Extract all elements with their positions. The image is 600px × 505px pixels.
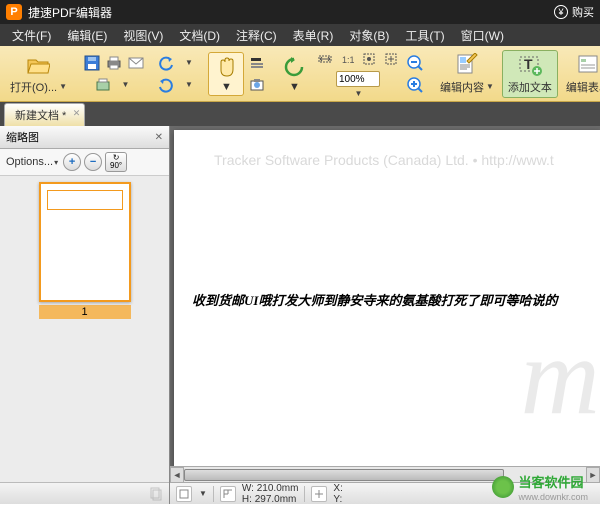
scan-dropdown-icon[interactable]: ▼ (115, 75, 135, 95)
edit-form-icon (576, 53, 600, 77)
currency-icon[interactable]: ¥ (554, 5, 568, 19)
brand-name: 当客软件园 (518, 475, 583, 490)
open-button[interactable]: 打开(O)...▼ (4, 50, 73, 98)
thumb-rotate-button[interactable]: ↻90° (105, 152, 127, 172)
menu-document[interactable]: 文档(D) (171, 25, 228, 46)
edit-content-button[interactable]: 编辑内容▼ (434, 50, 500, 98)
menu-file[interactable]: 文件(F) (4, 25, 59, 46)
redo-dropdown[interactable]: ▼ (179, 75, 199, 95)
panel-close-icon[interactable]: ✕ (155, 132, 163, 143)
thumbnails-title: 缩略图 (6, 129, 39, 145)
scan-icon[interactable] (93, 75, 113, 95)
tab-close-icon[interactable]: ✕ (73, 108, 81, 119)
edit-form-button[interactable]: 编辑表单 (560, 50, 600, 98)
menu-bar: 文件(F) 编辑(E) 视图(V) 文档(D) 注释(C) 表单(R) 对象(B… (0, 24, 600, 46)
menu-window[interactable]: 窗口(W) (453, 25, 512, 46)
redo-icon[interactable] (156, 75, 176, 95)
buy-link[interactable]: 购买 (572, 4, 594, 20)
actual-size-icon[interactable]: 1:1 (337, 49, 357, 69)
brand-logo-icon (492, 476, 514, 498)
hand-tool-button[interactable]: ▼ (208, 52, 244, 96)
scroll-left-icon[interactable]: ◄ (170, 467, 184, 483)
add-text-button[interactable]: T 添加文本 (502, 50, 558, 98)
app-logo-icon: P (6, 4, 22, 20)
pages-icon (149, 487, 163, 501)
zoom-in-icon[interactable] (405, 75, 425, 95)
brand-url: www.downkr.com (518, 492, 588, 502)
menu-object[interactable]: 对象(B) (341, 25, 397, 46)
zoom-out-icon[interactable] (405, 53, 425, 73)
panel-footer (0, 482, 169, 504)
fit-visible-icon[interactable] (381, 49, 401, 69)
fit-width-icon[interactable] (315, 49, 335, 69)
select-tool-icon[interactable] (247, 53, 267, 73)
page-view: Tracker Software Products (Canada) Ltd. … (174, 130, 600, 466)
hand-icon (214, 55, 238, 79)
scroll-right-icon[interactable]: ► (586, 467, 600, 483)
zoom-dropdown[interactable]: ▼ (355, 89, 363, 98)
email-icon[interactable] (126, 53, 146, 73)
main-toolbar: 打开(O)...▼ ▼ ▼ ▼ ▼ ▼ (0, 46, 600, 102)
page-thumbnail[interactable]: 1 (39, 182, 131, 319)
thumb-zoom-out-icon[interactable]: − (84, 153, 102, 171)
undo-icon[interactable] (156, 53, 176, 73)
add-text-icon: T (518, 53, 542, 77)
page-height-label: H: 297.0mm (242, 494, 299, 505)
menu-edit[interactable]: 编辑(E) (59, 25, 115, 46)
snapshot-icon[interactable] (247, 75, 267, 95)
page-number-label: 1 (39, 305, 131, 319)
layout-dropdown[interactable]: ▼ (199, 489, 207, 498)
watermark-text: Tracker Software Products (Canada) Ltd. … (214, 152, 554, 168)
zoom-input[interactable] (336, 71, 380, 87)
folder-open-icon (26, 53, 50, 77)
fit-page-icon[interactable] (359, 49, 379, 69)
edit-content-icon (455, 53, 479, 77)
svg-text:1:1: 1:1 (342, 55, 354, 65)
undo-dropdown[interactable]: ▼ (179, 53, 199, 73)
site-brand: 当客软件园 www.downkr.com (492, 472, 588, 502)
cursor-y-label: Y: (333, 494, 342, 505)
thumb-zoom-in-icon[interactable]: + (63, 153, 81, 171)
rotate-ccw-button[interactable]: ▼ (276, 52, 312, 96)
save-icon[interactable] (82, 53, 102, 73)
menu-comment[interactable]: 注释(C) (228, 25, 285, 46)
document-canvas[interactable]: Tracker Software Products (Canada) Ltd. … (170, 126, 600, 466)
scrollbar-thumb[interactable] (184, 469, 504, 481)
document-body-text: 收到货邮UI哦打发大师到静安寺来的氨基酸打死了即可等哈说的 (192, 290, 557, 309)
page-width-label: W: 210.0mm (242, 483, 299, 494)
dimensions-icon (220, 486, 236, 502)
app-title: 捷速PDF编辑器 (28, 4, 554, 21)
menu-view[interactable]: 视图(V) (115, 25, 171, 46)
cursor-pos-icon (311, 486, 327, 502)
thumbnails-panel: 缩略图 ✕ Options...▾ + − ↻90° 1 (0, 126, 170, 504)
menu-tools[interactable]: 工具(T) (397, 25, 452, 46)
document-tabs: 新建文档 * ✕ (0, 102, 600, 126)
tab-new-document[interactable]: 新建文档 * ✕ (4, 103, 85, 126)
print-icon[interactable] (104, 53, 124, 73)
background-watermark-icon: m (521, 313, 600, 440)
svg-text:T: T (524, 56, 533, 72)
menu-form[interactable]: 表单(R) (285, 25, 342, 46)
rotate-ccw-icon (282, 55, 306, 79)
cursor-x-label: X: (333, 483, 342, 494)
thumbnails-options-button[interactable]: Options...▾ (4, 155, 60, 169)
title-bar: P 捷速PDF编辑器 ¥ 购买 (0, 0, 600, 24)
page-layout-icon[interactable] (176, 486, 192, 502)
